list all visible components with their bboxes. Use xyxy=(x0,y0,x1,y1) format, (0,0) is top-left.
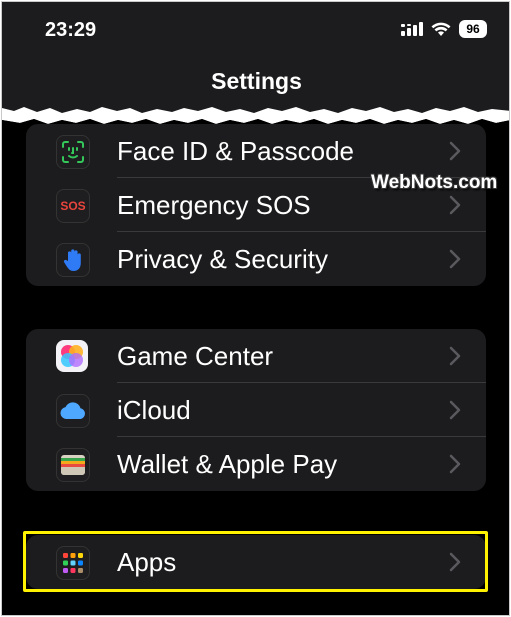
sos-icon-text: SOS xyxy=(60,199,86,213)
settings-screen: 23:29 96 Settings Face ID & Passcode SOS… xyxy=(1,1,510,616)
row-label: iCloud xyxy=(117,394,191,425)
icloud-icon xyxy=(56,394,90,428)
status-icons: 96 xyxy=(401,20,487,38)
row-label: Apps xyxy=(117,546,177,577)
wallet-icon xyxy=(56,448,90,482)
chevron-right-icon xyxy=(449,400,461,420)
chevron-right-icon xyxy=(449,552,461,572)
chevron-right-icon xyxy=(449,249,461,269)
row-face-id-passcode[interactable]: Face ID & Passcode xyxy=(26,124,486,178)
chevron-right-icon xyxy=(449,454,461,474)
signal-icon xyxy=(401,22,423,36)
wifi-icon xyxy=(431,22,451,36)
settings-group-security: Face ID & Passcode SOS Emergency SOS Pri… xyxy=(26,124,486,286)
watermark: WebNots.com xyxy=(371,172,498,193)
row-wallet-apple-pay[interactable]: Wallet & Apple Pay xyxy=(26,437,486,491)
chevron-right-icon xyxy=(449,195,461,215)
page-title: Settings xyxy=(211,68,302,94)
face-id-icon xyxy=(56,135,90,169)
row-game-center[interactable]: Game Center xyxy=(26,329,486,383)
settings-group-services: Game Center iCloud Wallet & Apple Pay xyxy=(26,329,486,491)
row-label: Emergency SOS xyxy=(117,189,311,220)
row-label: Wallet & Apple Pay xyxy=(117,448,338,479)
chevron-right-icon xyxy=(449,141,461,161)
apps-grid-icon xyxy=(56,546,90,580)
status-time: 23:29 xyxy=(45,19,97,41)
chevron-right-icon xyxy=(449,346,461,366)
battery-icon: 96 xyxy=(459,20,487,38)
row-label: Privacy & Security xyxy=(117,243,328,274)
sos-icon: SOS xyxy=(56,189,90,223)
row-privacy-security[interactable]: Privacy & Security xyxy=(26,232,486,286)
settings-group-apps: Apps xyxy=(26,535,486,589)
game-center-icon xyxy=(56,340,88,372)
row-icloud[interactable]: iCloud xyxy=(26,383,486,437)
hand-icon xyxy=(56,243,90,277)
row-label: Game Center xyxy=(117,340,274,371)
row-label: Face ID & Passcode xyxy=(117,135,354,166)
row-apps[interactable]: Apps xyxy=(26,535,486,589)
navigation-header: 23:29 96 Settings xyxy=(2,2,509,114)
